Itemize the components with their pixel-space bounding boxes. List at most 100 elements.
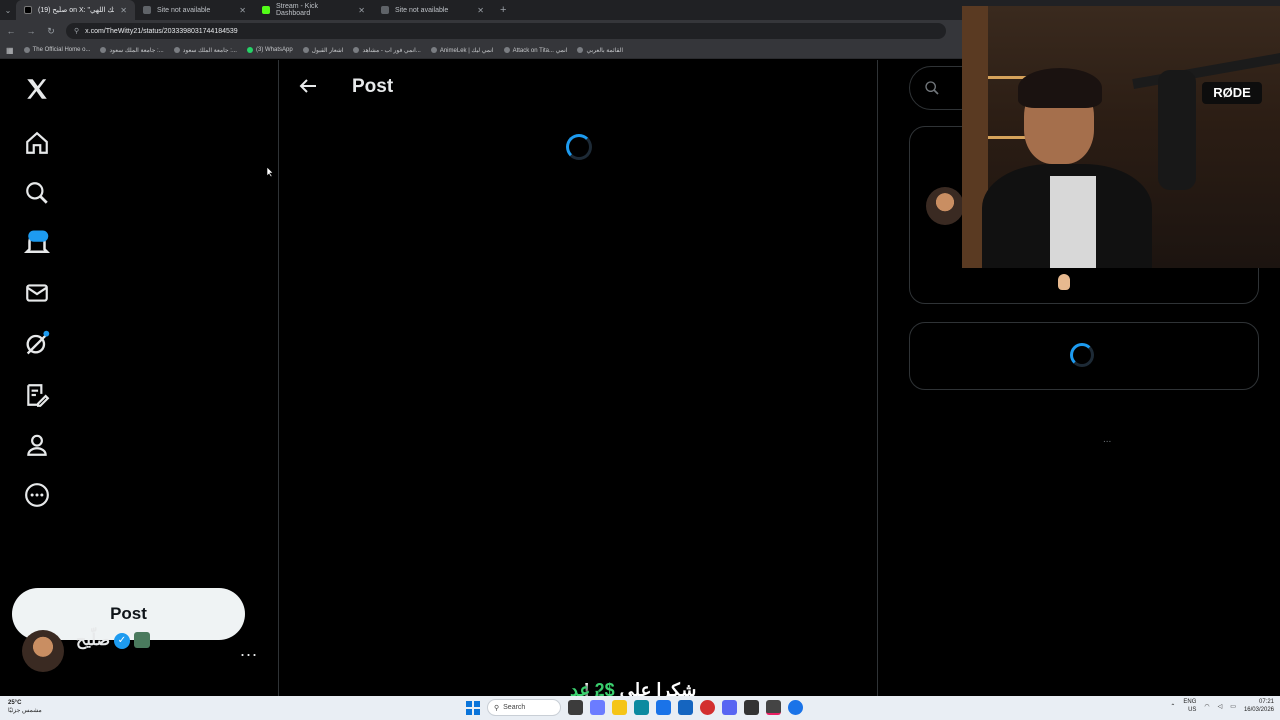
bookmark-item[interactable]: AnimeLek | انمي ليك [430, 47, 494, 54]
account-more-icon[interactable]: ... [240, 640, 258, 661]
widget-app-icon[interactable] [590, 700, 605, 715]
more-options-icon[interactable] [22, 480, 52, 510]
x-logo-icon[interactable] [22, 74, 52, 104]
file-explorer-icon[interactable] [612, 700, 627, 715]
kick-favicon-icon [262, 6, 270, 14]
windows-taskbar: 25°C مشمس جزئيًا ⚲ Search ⌃ ENG US ◠ ◁ ▭ … [0, 696, 1280, 720]
chrome-icon[interactable] [700, 700, 715, 715]
microphone [1158, 70, 1196, 190]
bookmark-label: اشعار القبول [311, 47, 344, 54]
time-text: 07:21 [1258, 699, 1274, 705]
bookmark-item[interactable]: Attack on Tita... انمي [503, 47, 568, 54]
bookmark-item[interactable]: انمي فور اب - مشاهد... [353, 47, 421, 54]
bookmark-item[interactable]: The Official Home o... [23, 47, 91, 53]
store-icon[interactable] [656, 700, 671, 715]
clock[interactable]: 07:21 16/03/2026 [1244, 698, 1274, 714]
task-view-icon[interactable] [568, 700, 583, 715]
trending-card [909, 322, 1259, 390]
tab-kick-dashboard[interactable]: Stream - Kick Dashboard ✕ [254, 0, 373, 20]
reload-icon[interactable]: ↻ [46, 26, 56, 37]
profile-icon[interactable] [22, 430, 52, 460]
bookmark-item[interactable]: جامعة الملك سعود :... [100, 47, 164, 54]
close-tab-icon[interactable]: ✕ [358, 6, 365, 15]
weather-status: مشمس جزئيًا [8, 708, 42, 714]
tab-label: (19) صلّيح on X: "صميتك اللهي… [38, 7, 114, 14]
chrome-icon[interactable] [788, 700, 803, 715]
verified-badge-icon: ✓ [114, 633, 130, 649]
chevron-up-icon[interactable]: ⌃ [1170, 703, 1175, 710]
loading-spinner [1070, 343, 1094, 367]
wifi-icon[interactable]: ◠ [1204, 703, 1209, 710]
new-tab-button[interactable]: + [492, 4, 514, 16]
bookmark-icon [100, 47, 107, 53]
bookmark-icon [503, 47, 510, 53]
region-code: US [1188, 707, 1197, 713]
bookmark-icon [353, 47, 360, 53]
obs-icon[interactable] [744, 700, 759, 715]
system-tray: ⌃ ENG US ◠ ◁ ▭ 07:21 16/03/2026 [1170, 698, 1274, 714]
search-icon[interactable] [22, 178, 52, 208]
lists-icon[interactable] [22, 380, 52, 410]
bookmark-icon [173, 47, 180, 53]
grok-icon[interactable] [22, 328, 52, 358]
app-icon[interactable] [678, 700, 693, 715]
bookmark-item[interactable]: اشعار القبول [302, 47, 344, 54]
webcam-overlay: RØDE [962, 6, 1280, 268]
bookmark-label: (3) WhatsApp [255, 47, 293, 53]
notifications-bell-icon[interactable] [22, 228, 52, 258]
streamer-hair [1018, 68, 1102, 108]
taskbar-search[interactable]: ⚲ Search [487, 699, 561, 716]
tab-x-post[interactable]: (19) صلّيح on X: "صميتك اللهي… ✕ [16, 0, 135, 20]
account-switcher[interactable]: صلّيح ✓ ... [22, 630, 272, 674]
x-favicon-icon [24, 6, 32, 14]
bookmark-label: القائمة بالعربي [586, 47, 624, 54]
weather-widget[interactable]: 25°C مشمس جزئيًا [8, 699, 42, 715]
discord-icon[interactable] [722, 700, 737, 715]
mouse-cursor-icon [266, 166, 274, 178]
search-icon [925, 81, 939, 95]
bookmark-item[interactable]: جامعة الملك سعود :... [173, 47, 237, 54]
close-tab-icon[interactable]: ✕ [477, 6, 484, 15]
back-nav-icon[interactable]: ← [6, 26, 16, 36]
language-indicator[interactable]: ENG US [1183, 698, 1196, 714]
site-info-icon[interactable]: ⚲ [74, 27, 79, 35]
windows-start-icon[interactable] [466, 700, 480, 715]
main-column: Post [280, 60, 878, 696]
battery-icon[interactable]: ▭ [1230, 703, 1236, 710]
home-icon[interactable] [22, 128, 52, 158]
bookmark-label: AnimeLek | انمي ليك [439, 47, 494, 54]
messages-icon[interactable] [22, 278, 52, 308]
edge-browser-icon[interactable] [634, 700, 649, 715]
apps-grid-icon[interactable]: ▦ [6, 46, 14, 55]
right-more-dots: ... [1103, 434, 1112, 445]
search-icon: ⚲ [494, 704, 500, 712]
streamer-shirt [1050, 176, 1096, 268]
search-label: Search [503, 704, 526, 711]
lang-code: ENG [1183, 699, 1197, 705]
mic-brand-logo: RØDE [1202, 82, 1262, 104]
bookmark-label: Attack on Tita... انمي [512, 47, 568, 54]
left-navigation: Post صلّيح ✓ ... [0, 60, 279, 696]
forward-nav-icon[interactable]: → [26, 26, 36, 36]
bookmark-label: انمي فور اب - مشاهد... [362, 47, 421, 54]
page-title: Post [352, 76, 394, 97]
close-tab-icon[interactable]: ✕ [120, 6, 127, 15]
bookmark-item[interactable]: القائمة بالعربي [577, 47, 623, 54]
tab-search-icon[interactable]: ⌄ [0, 0, 16, 20]
tab-site-not-available-2[interactable]: Site not available ✕ [373, 0, 492, 20]
close-tab-icon[interactable]: ✕ [239, 6, 246, 15]
date-text: 16/03/2026 [1243, 707, 1274, 713]
bookmark-icon [23, 47, 30, 53]
address-bar[interactable]: ⚲ x.com/TheWitty21/status/20333980317441… [66, 23, 946, 39]
avatar [22, 630, 64, 672]
app-icon[interactable] [766, 700, 781, 715]
bookmark-item[interactable]: (3) WhatsApp [246, 47, 293, 53]
volume-icon[interactable]: ◁ [1218, 703, 1223, 710]
whatsapp-icon [246, 47, 253, 53]
tab-site-not-available[interactable]: Site not available ✕ [135, 0, 254, 20]
back-arrow-icon[interactable] [296, 74, 320, 98]
tab-label: Site not available [395, 6, 449, 14]
bookmark-icon [302, 47, 309, 53]
bookmark-label: The Official Home o... [32, 47, 91, 53]
bookmark-label: جامعة الملك سعود :... [182, 47, 237, 54]
